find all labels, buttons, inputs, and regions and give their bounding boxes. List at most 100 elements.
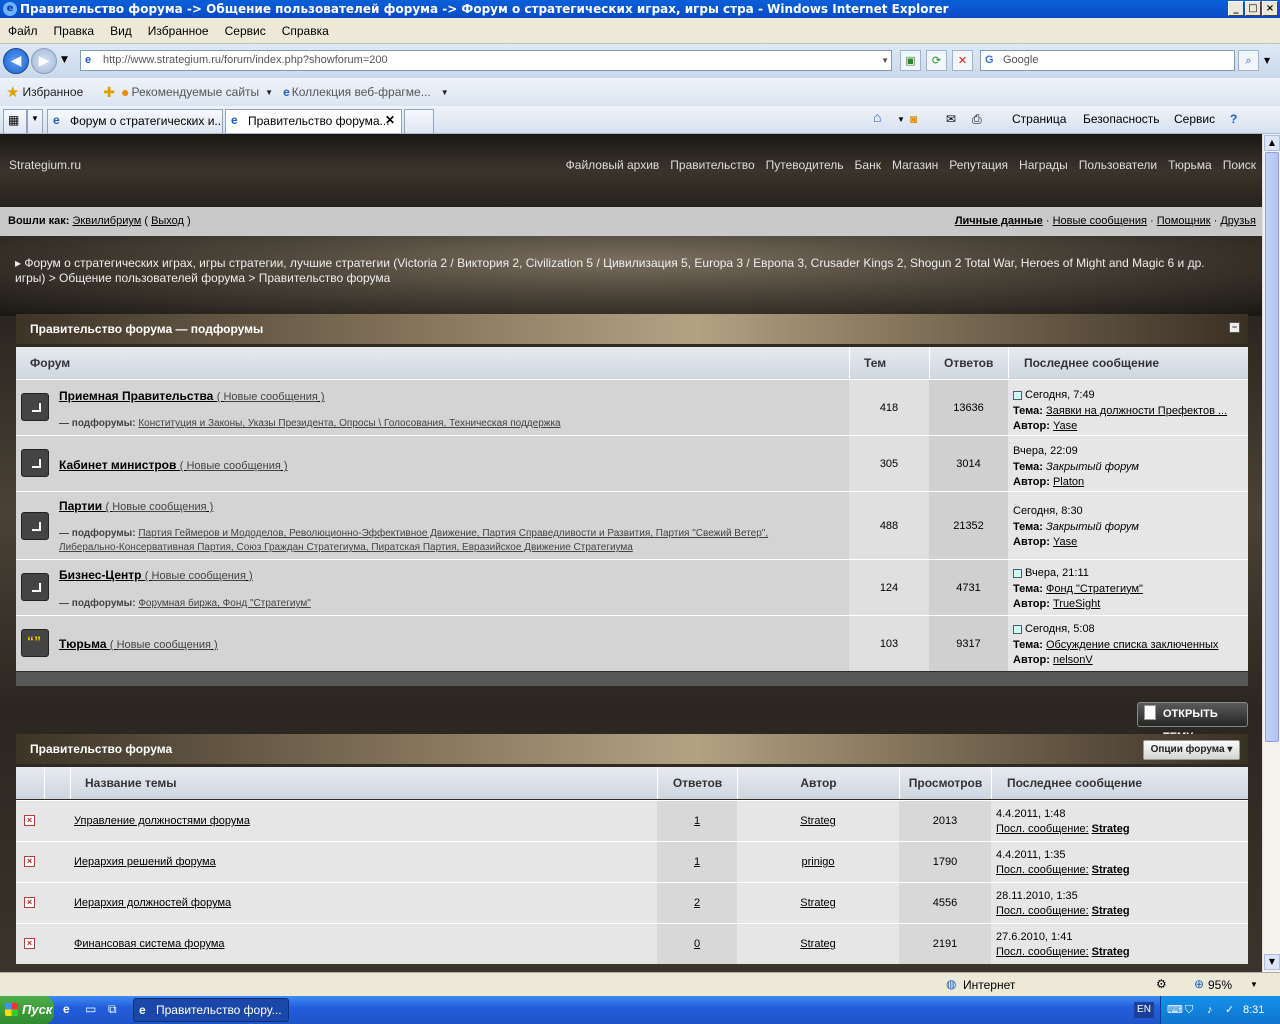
tab-government[interactable]: e Правительство форума... ✕ <box>225 109 402 133</box>
topic-replies-link[interactable]: 1 <box>657 842 737 882</box>
search-icon[interactable]: ⌕ <box>1238 50 1259 71</box>
site-logo-text[interactable]: Strategium.ru <box>9 158 81 172</box>
compat-view-icon[interactable]: ▣ <box>900 50 921 71</box>
last-author-link[interactable]: Platon <box>1053 476 1084 488</box>
mail-icon[interactable]: ✉ <box>946 112 956 126</box>
topic-icon[interactable] <box>1013 390 1022 400</box>
last-author-link[interactable]: Yase <box>1053 420 1077 432</box>
scroll-up-icon[interactable]: ▲ <box>1264 135 1280 151</box>
forum-name-link[interactable]: Бизнес-Центр ( Новые сообщения ) <box>59 568 253 582</box>
tray-update-icon[interactable]: ✓ <box>1225 996 1234 1024</box>
taskbar-item-ie[interactable]: e Правительство фору... <box>133 998 289 1022</box>
forward-button[interactable]: ▶ <box>31 48 57 74</box>
close-button[interactable]: × <box>1262 1 1278 16</box>
tools-menu[interactable]: Сервис <box>1174 112 1215 126</box>
scrollbar-thumb[interactable] <box>1265 152 1279 742</box>
tray-security-icon[interactable]: ⛉ <box>1185 996 1193 1024</box>
col-views[interactable]: Просмотров <box>899 767 991 799</box>
nav-users[interactable]: Пользователи <box>1079 158 1157 172</box>
last-post-link[interactable]: Посл. сообщение: <box>996 946 1089 958</box>
menu-help[interactable]: Справка <box>274 24 337 38</box>
forum-options-button[interactable]: Опции форума ▾ <box>1143 740 1240 760</box>
add-favorite-icon[interactable]: ✚ <box>103 84 115 101</box>
last-author-link[interactable]: Strateg <box>1092 823 1130 835</box>
topic-replies-link[interactable]: 1 <box>657 801 737 841</box>
nav-bank[interactable]: Банк <box>855 158 881 172</box>
tray-network-icon[interactable]: ⌨ <box>1167 996 1183 1024</box>
topic-icon[interactable] <box>1013 624 1022 634</box>
show-desktop-icon[interactable]: ▭ <box>85 1002 96 1016</box>
protected-mode-icon[interactable]: ⚙ <box>1156 977 1167 991</box>
help-icon[interactable]: ? <box>1230 112 1237 126</box>
personal-data-link[interactable]: Личные данные <box>955 215 1043 227</box>
search-input[interactable]: G Google <box>980 50 1235 71</box>
nav-search[interactable]: Поиск <box>1223 158 1256 172</box>
topic-author-link[interactable]: Strateg <box>737 924 899 964</box>
stop-icon[interactable]: ✕ <box>952 50 973 71</box>
last-author-link[interactable]: Strateg <box>1092 946 1130 958</box>
nav-awards[interactable]: Награды <box>1019 158 1068 172</box>
quicklaunch-app-icon[interactable]: ⧉ <box>108 1002 117 1017</box>
assistant-link[interactable]: Помощник <box>1157 215 1211 227</box>
vertical-scrollbar[interactable]: ▲ ▼ <box>1262 134 1280 972</box>
clock[interactable]: 8:31 <box>1243 996 1264 1024</box>
tab-forum[interactable]: e Форум о стратегических и... <box>47 109 223 133</box>
col-last-post[interactable]: Последнее сообщение <box>1008 347 1248 379</box>
favorites-button[interactable]: Избранное <box>22 85 83 99</box>
logout-link[interactable]: Выход <box>151 215 184 227</box>
menu-file[interactable]: Файл <box>0 24 46 38</box>
col-forum[interactable]: Форум <box>16 347 849 379</box>
address-dropdown-icon[interactable]: ▼ <box>881 51 889 70</box>
last-author-link[interactable]: nelsonV <box>1053 654 1093 666</box>
nav-guide[interactable]: Путеводитель <box>766 158 844 172</box>
topic-icon[interactable] <box>1013 568 1022 578</box>
tab-list-icon[interactable]: ▼ <box>27 109 43 133</box>
nav-reputation[interactable]: Репутация <box>949 158 1008 172</box>
topic-title-link[interactable]: Иерархия должностей форума <box>74 897 231 909</box>
topic-replies-link[interactable]: 2 <box>657 883 737 923</box>
topic-author-link[interactable]: Strateg <box>737 883 899 923</box>
forum-name-link[interactable]: Кабинет министров ( Новые сообщения ) <box>59 458 288 472</box>
new-posts-link[interactable]: Новые сообщения <box>223 391 317 403</box>
new-posts-link[interactable]: Новые сообщения <box>112 501 206 513</box>
col-topics[interactable]: Тем <box>849 347 929 379</box>
last-author-link[interactable]: Strateg <box>1092 905 1130 917</box>
last-author-link[interactable]: Yase <box>1053 536 1077 548</box>
new-posts-link[interactable]: Новые сообщения <box>152 570 246 582</box>
zoom-dropdown-icon[interactable]: ▼ <box>1250 980 1258 989</box>
tray-volume-icon[interactable]: ♪ <box>1207 996 1213 1024</box>
forum-name-link[interactable]: Партии ( Новые сообщения ) <box>59 499 213 513</box>
minimize-button[interactable]: _ <box>1228 1 1244 16</box>
friends-link[interactable]: Друзья <box>1220 215 1256 227</box>
refresh-icon[interactable]: ⟳ <box>926 50 947 71</box>
menu-favorites[interactable]: Избранное <box>140 24 217 38</box>
new-posts-link[interactable]: Новые сообщения <box>1053 215 1147 227</box>
print-icon[interactable]: ⎙ <box>972 112 982 127</box>
window-title-bar[interactable]: e Правительство форума -> Общение пользо… <box>0 0 1280 18</box>
topic-title-link[interactable]: Финансовая система форума <box>74 938 225 950</box>
recommended-sites-link[interactable]: Рекомендуемые сайты <box>131 85 259 99</box>
back-button[interactable]: ◀ <box>3 48 29 74</box>
last-post-link[interactable]: Посл. сообщение: <box>996 823 1089 835</box>
menu-edit[interactable]: Правка <box>46 24 103 38</box>
last-topic-link[interactable]: Обсуждение списка заключенных <box>1046 639 1218 651</box>
tab-close-icon[interactable]: ✕ <box>385 113 395 127</box>
subforum-links[interactable]: Конституция и Законы, Указы Президента, … <box>138 418 560 429</box>
forum-name-link[interactable]: Приемная Правительства ( Новые сообщения… <box>59 389 325 403</box>
language-indicator[interactable]: EN <box>1134 1002 1154 1018</box>
maximize-button[interactable]: □ <box>1245 1 1261 16</box>
search-options-icon[interactable]: ▼ <box>1264 56 1270 65</box>
topic-title-link[interactable]: Иерархия решений форума <box>74 856 216 868</box>
nav-jail[interactable]: Тюрьма <box>1168 158 1212 172</box>
scroll-down-icon[interactable]: ▼ <box>1264 954 1280 970</box>
subforum-links[interactable]: Партия Геймеров и Мододелов, Революционн… <box>59 528 768 553</box>
topic-replies-link[interactable]: 0 <box>657 924 737 964</box>
feeds-icon[interactable]: ◙ <box>910 112 917 126</box>
topic-title-link[interactable]: Управление должностями форума <box>74 815 250 827</box>
nav-government[interactable]: Правительство <box>670 158 754 172</box>
new-posts-link[interactable]: Новые сообщения <box>117 639 211 651</box>
breadcrumb[interactable]: ▸ Форум о стратегических играх, игры стр… <box>15 256 1215 286</box>
topic-author-link[interactable]: Strateg <box>737 801 899 841</box>
topic-author-link[interactable]: prinigo <box>737 842 899 882</box>
col-replies[interactable]: Ответов <box>657 767 737 799</box>
